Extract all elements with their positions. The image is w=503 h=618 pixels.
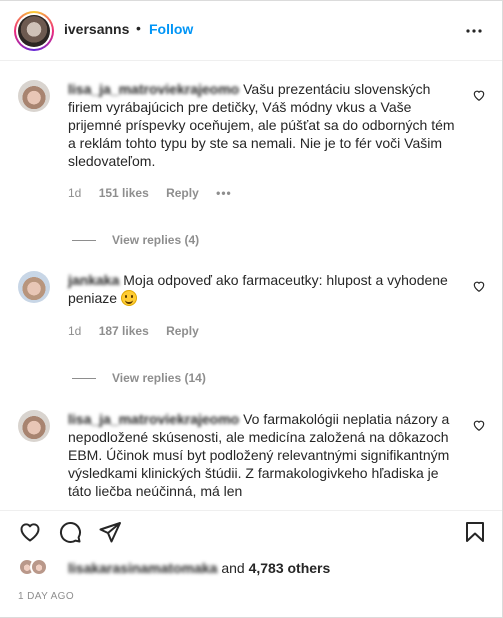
profile-avatar[interactable] [14,11,54,51]
divider-line [72,240,96,242]
post-panel: iversanns • Follow lisa_ja_matroviekraje… [0,0,503,618]
liker-avatar[interactable] [30,558,48,576]
username-link[interactable]: iversanns [64,21,129,37]
likes-and: and [217,560,249,576]
comment-time[interactable]: 1d [68,186,81,200]
post-timestamp[interactable]: 1 DAY AGO [18,591,74,602]
likes-text: lisakarasinamatomaka and 4,783 others [68,560,330,576]
like-comment-heart-icon[interactable] [472,418,486,432]
comment-likes[interactable]: 187 likes [99,324,149,338]
save-bookmark-icon[interactable] [463,520,487,544]
share-paper-plane-icon[interactable] [98,520,122,544]
comment-body: lisa_ja_matroviekrajeomo Vo farmakológii… [68,410,463,500]
view-replies-button[interactable]: View replies (14) [72,371,206,385]
commenter-username[interactable]: lisa_ja_matroviekrajeomo [68,411,239,427]
follow-button[interactable]: Follow [149,21,193,37]
commenter-avatar[interactable] [18,410,50,442]
view-replies-label: View replies (4) [112,233,200,247]
post-header: iversanns • Follow [0,1,502,61]
commenter-username[interactable]: lisa_ja_matroviekrajeomo [68,81,239,97]
view-replies-button[interactable]: View replies (4) [72,233,199,247]
comment-options-icon[interactable]: ••• [216,186,232,200]
view-replies-label: View replies (14) [112,371,206,385]
like-heart-icon[interactable] [18,520,42,544]
divider-line [72,378,96,380]
comment-likes[interactable]: 151 likes [99,186,149,200]
separator-dot: • [136,20,141,36]
commenter-username[interactable]: jankaka [68,272,119,288]
post-actions: lisakarasinamatomaka and 4,783 others 1 … [0,510,502,618]
comment-meta: 1d 187 likes Reply [68,324,213,338]
commenter-avatar[interactable] [18,80,50,112]
avatar-image [18,15,50,47]
liker-username[interactable]: lisakarasinamatomaka [68,560,217,576]
commenter-avatar[interactable] [18,271,50,303]
comment-body: lisa_ja_matroviekrajeomo Vašu prezentáci… [68,80,463,170]
like-comment-heart-icon[interactable] [472,88,486,102]
smiley-emoji-icon [120,290,137,306]
comment-time[interactable]: 1d [68,324,81,338]
comment-body: jankaka Moja odpoveď ako farmaceutky: hl… [68,271,463,307]
reply-button[interactable]: Reply [166,186,199,200]
more-options-icon[interactable] [462,19,486,43]
reply-button[interactable]: Reply [166,324,199,338]
comment-meta: 1d 151 likes Reply ••• [68,186,246,200]
others-count-link[interactable]: 4,783 others [249,560,331,576]
like-comment-heart-icon[interactable] [472,279,486,293]
comments-list[interactable]: lisa_ja_matroviekrajeomo Vašu prezentáci… [0,62,502,510]
comment-bubble-icon[interactable] [58,520,82,544]
